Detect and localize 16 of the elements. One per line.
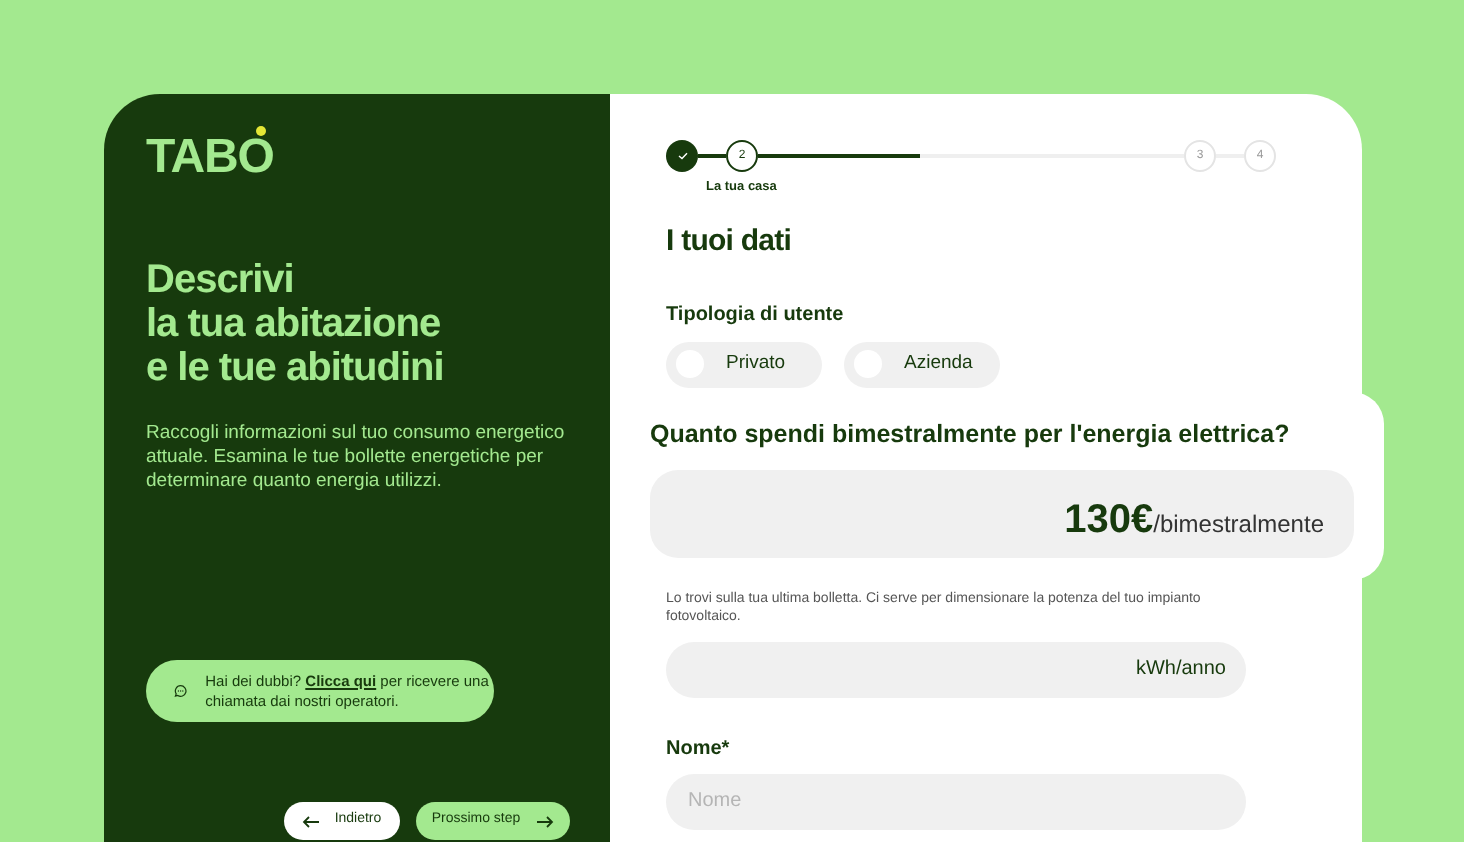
spend-field[interactable]: 130€/bimestralmente [650, 469, 1354, 558]
arrow-right-icon [536, 815, 555, 827]
field-label: Nome* [666, 735, 732, 763]
intro-text: Raccogli informazioni sul tuo consumo energetico attuale. Esamina le tue bollette energetiche per determinare quanto energia utilizzi. [146, 422, 567, 494]
page-heading: Descrivi la tua abitazione e le tue abitudini [146, 258, 446, 390]
question-text: Quanto spendi bimestralmente per l'energia elettrica? [650, 418, 1292, 452]
field-label: Tipologia di utente [666, 301, 846, 329]
radio-option[interactable]: Privato [666, 341, 822, 387]
arrow-left-icon [302, 815, 321, 827]
check-icon [677, 152, 687, 160]
radio-option[interactable]: Azienda [844, 341, 1000, 387]
chat-icon [174, 680, 188, 702]
form-title: I tuoi dati [666, 222, 794, 262]
logo: TABO [146, 124, 276, 186]
name-field[interactable]: Nome [666, 773, 1246, 829]
consumption-field[interactable]: kWh/anno [666, 641, 1246, 697]
